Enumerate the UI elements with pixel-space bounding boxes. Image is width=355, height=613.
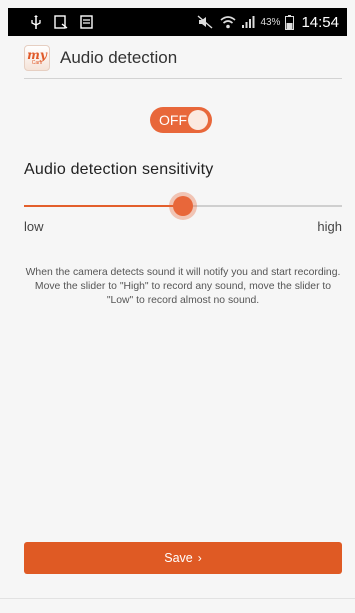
battery-percent: 43% (260, 16, 281, 28)
save-button-label: Save (164, 551, 193, 565)
logo-subtext: Cam (31, 60, 43, 66)
notification-icon (80, 15, 94, 29)
toggle-knob (188, 110, 208, 130)
clock: 14:54 (301, 13, 339, 31)
bottom-divider (0, 598, 355, 599)
mute-icon (197, 15, 215, 29)
sensitivity-slider[interactable] (24, 194, 342, 218)
wifi-icon (220, 15, 236, 29)
slider-fill (24, 205, 183, 207)
sensitivity-description: When the camera detects sound it will no… (25, 267, 341, 306)
app-screen: 43% 14:54 my Cam Audio detection OFF Aud… (0, 0, 355, 613)
usb-icon (30, 14, 42, 30)
toggle-label: OFF (159, 112, 187, 128)
status-bar-left (8, 14, 94, 30)
status-bar-right: 43% 14:54 (197, 14, 347, 31)
battery-icon (285, 14, 295, 30)
slider-low-label: low (24, 219, 44, 234)
slider-high-label: high (317, 219, 342, 234)
screenshot-icon (54, 15, 68, 29)
status-bar: 43% 14:54 (8, 8, 347, 36)
chevron-right-icon: › (197, 551, 202, 565)
audio-detection-toggle[interactable]: OFF (150, 107, 212, 133)
sensitivity-title: Audio detection sensitivity (24, 161, 214, 178)
app-header: my Cam Audio detection (24, 38, 342, 79)
slider-thumb[interactable] (173, 196, 193, 216)
app-logo: my Cam (24, 45, 50, 71)
signal-icon (241, 15, 255, 29)
save-button[interactable]: Save › (24, 542, 342, 574)
page-title: Audio detection (60, 48, 178, 67)
